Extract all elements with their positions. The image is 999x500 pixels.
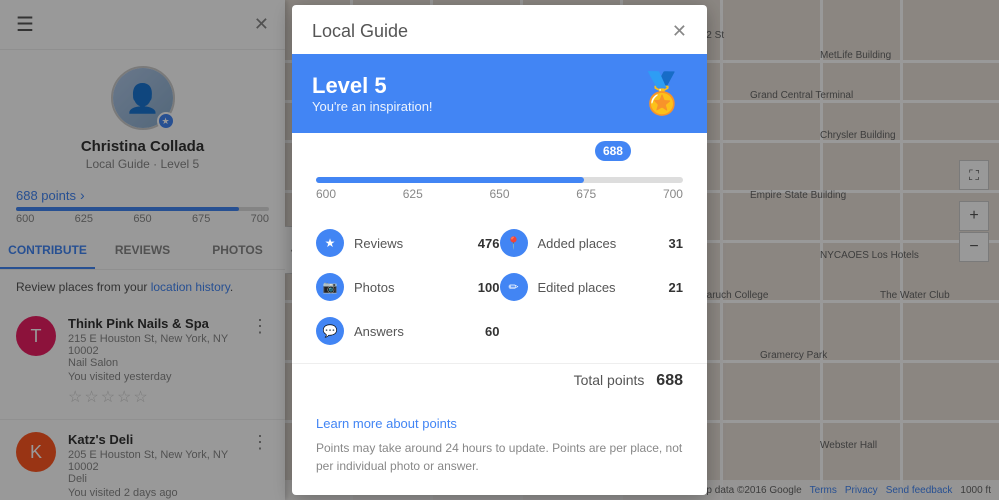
- stat-value: 31: [653, 236, 683, 251]
- level-subtitle: You're an inspiration!: [312, 99, 433, 114]
- learn-more-link[interactable]: Learn more about points: [292, 406, 707, 435]
- stat-label: Edited places: [538, 280, 644, 295]
- stat-value: 60: [470, 324, 500, 339]
- points-note: Points may take around 24 hours to updat…: [292, 435, 707, 495]
- level-icon: 🏅: [637, 70, 687, 117]
- level-text: Level 5 You're an inspiration!: [312, 73, 433, 114]
- total-points-row: Total points 688: [292, 363, 707, 402]
- stat-icon: ★: [316, 229, 344, 257]
- stat-icon: 📷: [316, 273, 344, 301]
- stat-icon: ✏: [500, 273, 528, 301]
- stat-icon: 💬: [316, 317, 344, 345]
- stat-icon: 📍: [500, 229, 528, 257]
- stat-label: Answers: [354, 324, 460, 339]
- modal-level-banner: Level 5 You're an inspiration! 🏅: [292, 54, 707, 133]
- total-points-label: Total points: [574, 372, 645, 388]
- local-guide-modal: Local Guide ✕ Level 5 You're an inspirat…: [292, 5, 707, 495]
- stat-row: 💬 Answers 60: [316, 309, 500, 353]
- stat-value: 476: [470, 236, 500, 251]
- stat-row: 📷 Photos 100: [316, 265, 500, 309]
- stat-value: 21: [653, 280, 683, 295]
- modal-progress-area: 688 600 625 650 675 700: [292, 133, 707, 211]
- stat-row: ✏ Edited places 21: [500, 265, 684, 309]
- modal-close-button[interactable]: ✕: [672, 21, 687, 42]
- modal-progress-bar: [316, 177, 683, 183]
- modal-overlay: Local Guide ✕ Level 5 You're an inspirat…: [0, 0, 999, 500]
- modal-stats: ★ Reviews 476 📍 Added places 31 📷 Photos…: [292, 211, 707, 363]
- modal-progress-labels: 600 625 650 675 700: [316, 187, 683, 201]
- stat-row: 📍 Added places 31: [500, 221, 684, 265]
- modal-title: Local Guide: [312, 21, 408, 42]
- stat-label: Reviews: [354, 236, 460, 251]
- stat-label: Photos: [354, 280, 460, 295]
- modal-header: Local Guide ✕: [292, 5, 707, 54]
- stat-row: ★ Reviews 476: [316, 221, 500, 265]
- stat-label: Added places: [538, 236, 644, 251]
- total-points-value: 688: [656, 372, 683, 389]
- stat-value: 100: [470, 280, 500, 295]
- modal-points-bubble: 688: [595, 141, 631, 161]
- level-label: Level 5: [312, 73, 433, 99]
- modal-progress-fill: [316, 177, 584, 183]
